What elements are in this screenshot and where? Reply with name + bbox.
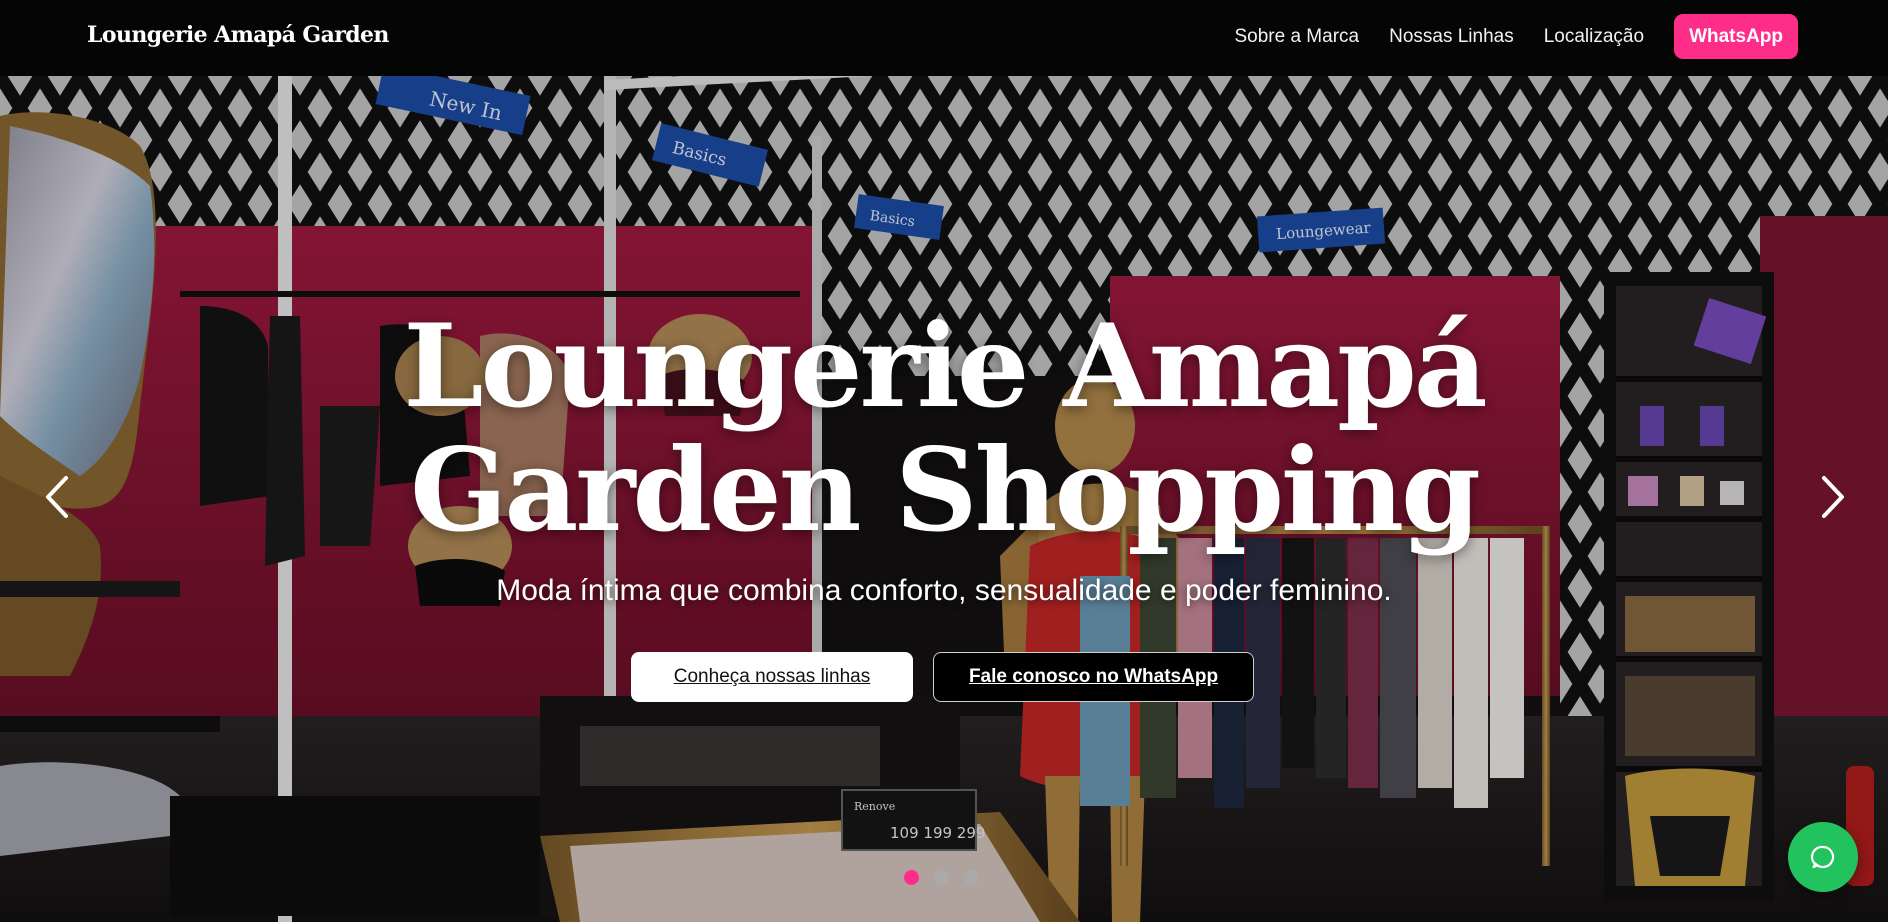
hero-carousel: New In Basics Basics Loungewear Renove 1… [0,76,1888,922]
chevron-right-icon [1822,476,1844,518]
carousel-prev-button[interactable] [40,474,76,520]
contact-whatsapp-button[interactable]: Fale conosco no WhatsApp [933,652,1254,702]
explore-lines-button[interactable]: Conheça nossas linhas [631,652,913,702]
carousel-next-button[interactable] [1814,474,1850,520]
main-nav: Sobre a Marca Nossas Linhas Localização … [1204,14,1798,59]
floating-whatsapp-button[interactable] [1788,822,1858,892]
whatsapp-nav-button[interactable]: WhatsApp [1674,14,1798,59]
nav-link-lines[interactable]: Nossas Linhas [1389,15,1514,59]
carousel-indicators [904,870,994,885]
hero-title: Loungerie Amapá Garden Shopping [403,299,1487,557]
hero-content: Loungerie Amapá Garden Shopping Moda ínt… [0,76,1888,922]
carousel-dot-1[interactable] [904,870,919,885]
nav-link-about[interactable]: Sobre a Marca [1234,15,1359,59]
whatsapp-chat-icon [1810,845,1835,869]
brand-logo[interactable]: Loungerie Amapá Garden [87,22,389,48]
hero-subtitle: Moda íntima que combina conforto, sensua… [496,574,1392,607]
nav-link-location[interactable]: Localização [1544,15,1644,59]
carousel-dot-3[interactable] [964,870,979,885]
chevron-left-icon [46,476,68,518]
top-navbar: Loungerie Amapá Garden Sobre a Marca Nos… [0,0,1888,76]
carousel-dot-2[interactable] [934,870,949,885]
